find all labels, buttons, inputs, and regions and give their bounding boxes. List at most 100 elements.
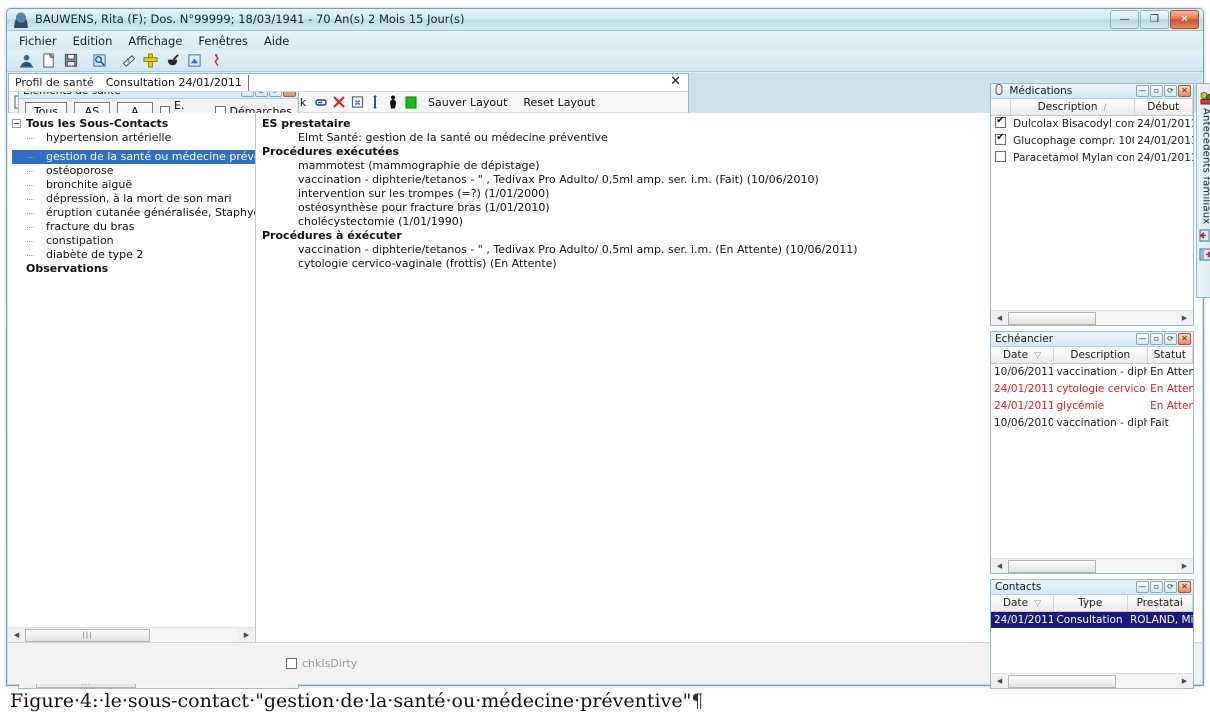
- center-close-icon[interactable]: ✕: [670, 75, 681, 88]
- medication-checkbox[interactable]: [995, 134, 1006, 145]
- tree-node-subcontact[interactable]: bronchite aiguë: [12, 178, 255, 192]
- prescription-icon[interactable]: 3: [119, 52, 138, 70]
- ech-minimize-icon[interactable]: —: [1136, 333, 1149, 345]
- contacts-restore-icon[interactable]: ⟳: [1164, 581, 1177, 593]
- chk-is-dirty-checkbox[interactable]: [286, 658, 297, 669]
- tab-consultation[interactable]: Consultation 24/01/2011: [100, 75, 249, 91]
- ech-scroll-left-arrow-icon[interactable]: ◀: [992, 560, 1007, 573]
- cancel-red-icon[interactable]: [331, 94, 347, 110]
- screen-icon[interactable]: ⌘: [349, 94, 365, 110]
- tree-scroll-right-arrow-icon[interactable]: ▶: [239, 629, 254, 642]
- medications-horizontal-scrollbar[interactable]: ◀ ▶: [991, 310, 1193, 325]
- tree-expander-icon[interactable]: −: [12, 119, 21, 128]
- meds-col-description[interactable]: Description∕: [1010, 99, 1134, 115]
- link-icon[interactable]: [313, 94, 329, 110]
- cell-checkbox[interactable]: [991, 149, 1010, 166]
- table-row[interactable]: Dulcolax Bisacodyl compr. 424/01/2011: [991, 115, 1193, 132]
- contacts-scroll-thumb[interactable]: [1008, 675, 1116, 688]
- save-icon[interactable]: [61, 52, 80, 70]
- green-square-icon[interactable]: [403, 94, 419, 110]
- new-document-icon[interactable]: [39, 52, 58, 70]
- menu-item-fenetres[interactable]: Fenêtres: [198, 34, 247, 48]
- person-walk-icon[interactable]: [385, 94, 401, 110]
- meds-scroll-track[interactable]: [1008, 312, 1176, 325]
- family-history-icon[interactable]: [1198, 90, 1210, 105]
- meds-maximize-icon[interactable]: ▫: [1150, 85, 1163, 97]
- echeancier-horizontal-scrollbar[interactable]: ◀ ▶: [991, 558, 1193, 573]
- ech-col-statut[interactable]: Statut: [1147, 347, 1192, 363]
- ech-scroll-thumb[interactable]: [1008, 560, 1096, 573]
- meds-scroll-right-arrow-icon[interactable]: ▶: [1177, 312, 1192, 325]
- menu-item-aide[interactable]: Aide: [264, 34, 289, 48]
- close-button[interactable]: ✕: [1170, 10, 1199, 29]
- table-row[interactable]: 24/01/2011glycémieEn Attente: [991, 397, 1193, 414]
- export-icon[interactable]: [185, 52, 204, 70]
- contacts-maximize-icon[interactable]: ▫: [1150, 581, 1163, 593]
- contacts-close-icon[interactable]: ✕: [1178, 581, 1191, 593]
- tree-node-subcontact[interactable]: constipation: [12, 234, 255, 248]
- tree-node-subcontact[interactable]: diabète de type 2: [12, 248, 255, 262]
- reset-layout-button[interactable]: Reset Layout: [516, 96, 602, 109]
- tree-node-subcontact[interactable]: ostéoporose: [12, 164, 255, 178]
- table-row[interactable]: Paracetamol Mylan compr 124/01/2011: [991, 149, 1193, 166]
- ech-maximize-icon[interactable]: ▫: [1150, 333, 1163, 345]
- tree-node-subcontact[interactable]: gestion de la santé ou médecine préventi…: [12, 150, 255, 164]
- contacts-col-prestataire[interactable]: Prestatai: [1127, 595, 1193, 611]
- menu-item-edition[interactable]: Edition: [73, 34, 113, 48]
- tree-scroll-thumb[interactable]: |||: [25, 629, 150, 642]
- tree-node-observations[interactable]: Observations: [12, 262, 255, 276]
- meds-scroll-thumb[interactable]: [1008, 312, 1096, 325]
- cell-checkbox[interactable]: [991, 115, 1010, 132]
- table-row[interactable]: 10/06/2010vaccination - diphterFait: [991, 414, 1193, 431]
- ech-scroll-right-arrow-icon[interactable]: ▶: [1177, 560, 1192, 573]
- contacts-col-date[interactable]: Date▽: [991, 595, 1053, 611]
- tree-horizontal-scrollbar[interactable]: ◀ ||| ▶: [8, 627, 255, 642]
- vertical-split-icon[interactable]: [367, 94, 383, 110]
- menu-item-affichage[interactable]: Affichage: [128, 34, 182, 48]
- meds-scroll-left-arrow-icon[interactable]: ◀: [992, 312, 1007, 325]
- tree-scroll-left-arrow-icon[interactable]: ◀: [9, 629, 24, 642]
- chk-is-dirty-wrap[interactable]: chkIsDirty: [286, 657, 357, 670]
- table-row[interactable]: 24/01/2011cytologie cervico-vaEn Attente: [991, 380, 1193, 397]
- ech-col-description[interactable]: Description: [1053, 347, 1147, 363]
- meds-col-debut[interactable]: Début: [1134, 99, 1192, 115]
- vertical-tab-antecedents-familiaux[interactable]: Antécédents familiaux: [1201, 108, 1210, 224]
- tree-scroll-track[interactable]: |||: [25, 629, 238, 642]
- activity-icon[interactable]: [207, 52, 226, 70]
- ech-restore-icon[interactable]: ⟳: [1164, 333, 1177, 345]
- meds-close-icon[interactable]: ✕: [1178, 85, 1191, 97]
- table-row[interactable]: Glucophage compr. 100x 824/01/2011: [991, 132, 1193, 149]
- meds-col-check[interactable]: [991, 99, 1010, 115]
- medical-cross-icon[interactable]: [141, 52, 160, 70]
- minimize-button[interactable]: —: [1110, 10, 1139, 29]
- sauver-layout-button[interactable]: Sauver Layout: [421, 96, 514, 109]
- meds-minimize-icon[interactable]: —: [1136, 85, 1149, 97]
- print-preview-icon[interactable]: [90, 52, 109, 70]
- table-row[interactable]: 24/01/2011ConsultationROLAND, Mi: [991, 611, 1193, 628]
- tab-profil-de-sante[interactable]: Profil de santé: [9, 75, 100, 91]
- menu-item-fichier[interactable]: Fichier: [19, 34, 57, 48]
- tree-node-subcontact[interactable]: éruption cutanée généralisée, Staphycid …: [12, 206, 255, 220]
- medication-checkbox[interactable]: [995, 117, 1006, 128]
- tree-node-subcontact[interactable]: dépression, à la mort de son mari: [12, 192, 255, 206]
- meds-restore-icon[interactable]: ⟳: [1164, 85, 1177, 97]
- contacts-scroll-left-arrow-icon[interactable]: ◀: [992, 675, 1007, 688]
- ech-col-date[interactable]: Date▽: [991, 347, 1053, 363]
- contacts-minimize-icon[interactable]: —: [1136, 581, 1149, 593]
- contacts-scroll-right-arrow-icon[interactable]: ▶: [1177, 675, 1192, 688]
- tree-root-node[interactable]: − Tous les Sous-Contacts: [12, 117, 255, 131]
- table-row[interactable]: 10/06/2011vaccination - diphterEn Attent…: [991, 363, 1193, 380]
- medication-checkbox[interactable]: [995, 151, 1006, 162]
- ech-close-icon[interactable]: ✕: [1178, 333, 1191, 345]
- contacts-scroll-track[interactable]: [1008, 675, 1176, 688]
- ech-scroll-track[interactable]: [1008, 560, 1176, 573]
- patient-icon[interactable]: [17, 52, 36, 70]
- cell-checkbox[interactable]: [991, 132, 1010, 149]
- dock-left-icon[interactable]: [1198, 228, 1210, 243]
- dock-right-icon[interactable]: [1198, 247, 1210, 262]
- tree-node-subcontact[interactable]: fracture du bras: [12, 220, 255, 234]
- mortar-pestle-icon[interactable]: [163, 52, 182, 70]
- tree-node-subcontact[interactable]: hypertension artérielle: [12, 131, 255, 145]
- contacts-horizontal-scrollbar[interactable]: ◀ ▶: [991, 673, 1193, 688]
- contacts-col-type[interactable]: Type: [1053, 595, 1127, 611]
